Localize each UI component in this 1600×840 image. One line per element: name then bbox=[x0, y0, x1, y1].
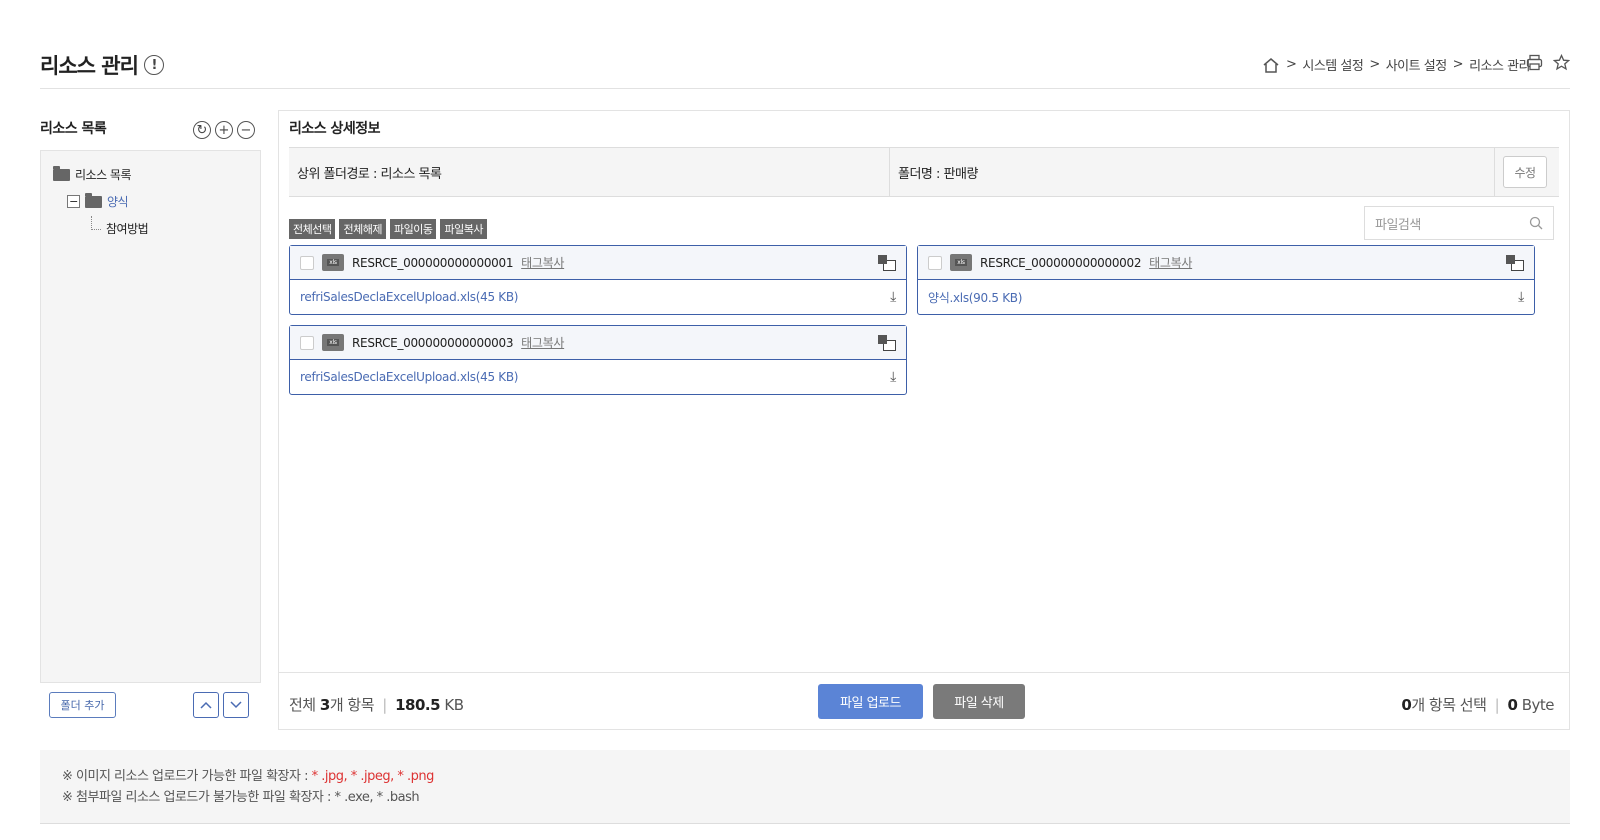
header-divider bbox=[40, 88, 1570, 89]
xls-file-icon: xls bbox=[950, 254, 972, 271]
breadcrumb-item[interactable]: 시스템 설정 bbox=[1302, 55, 1363, 74]
file-link[interactable]: 양식.xls(90.5 KB) bbox=[928, 289, 1022, 306]
file-checkbox[interactable] bbox=[300, 335, 314, 350]
resource-id: RESRCE_000000000000001 bbox=[352, 255, 514, 270]
breadcrumb: > 시스템 설정 > 사이트 설정 > 리소스 관리 bbox=[1262, 55, 1530, 74]
file-actions: 전체선택 전체해제 파일이동 파일복사 bbox=[289, 219, 487, 239]
folder-tree: 리소스 목록 − 양식 참여방법 bbox=[40, 150, 261, 728]
remove-icon[interactable]: − bbox=[237, 121, 255, 139]
tree-node-form[interactable]: − 양식 bbox=[53, 188, 248, 215]
tag-copy-link[interactable]: 태그복사 bbox=[521, 334, 564, 351]
move-down-button[interactable] bbox=[223, 692, 249, 718]
tag-copy-link[interactable]: 태그복사 bbox=[1149, 254, 1192, 271]
breadcrumb-sep: > bbox=[1285, 57, 1297, 72]
folder-name: 폴더명 : 판매량 bbox=[890, 148, 1495, 196]
copy-icon[interactable] bbox=[878, 334, 896, 351]
tree-node-label: 리소스 목록 bbox=[75, 168, 132, 182]
folder-info-row: 상위 폴더경로 : 리소스 목록 폴더명 : 판매량 수정 bbox=[289, 147, 1559, 197]
copy-icon[interactable] bbox=[878, 254, 896, 271]
tree-node-label: 양식 bbox=[107, 195, 129, 209]
breadcrumb-item: 리소스 관리 bbox=[1469, 59, 1530, 74]
resource-id: RESRCE_000000000000002 bbox=[980, 255, 1142, 270]
add-folder-button[interactable]: 폴더 추가 bbox=[49, 692, 116, 718]
chevron-up-icon bbox=[200, 701, 212, 709]
breadcrumb-sep: > bbox=[1452, 57, 1464, 72]
parent-path: 상위 폴더경로 : 리소스 목록 bbox=[289, 148, 890, 196]
selected-count: 0 bbox=[1401, 696, 1412, 714]
total-summary: 전체 3개 항목 | 180.5 KB bbox=[289, 696, 464, 714]
selection-summary: 0개 항목 선택 | 0 Byte bbox=[1401, 696, 1554, 714]
collapse-icon[interactable]: − bbox=[67, 195, 80, 208]
tree-node-root[interactable]: 리소스 목록 bbox=[53, 161, 248, 188]
detail-footer bbox=[278, 672, 1570, 730]
breadcrumb-sep: > bbox=[1369, 57, 1380, 72]
resource-id: RESRCE_000000000000003 bbox=[352, 335, 514, 350]
tree-tools: ↻ + − bbox=[193, 121, 255, 139]
total-count: 3 bbox=[319, 696, 330, 714]
file-card[interactable]: xls RESRCE_000000000000002 태그복사 양식.xls(9… bbox=[917, 245, 1535, 315]
xls-file-icon: xls bbox=[322, 254, 344, 271]
download-icon[interactable]: ⤓ bbox=[890, 289, 896, 305]
tree-node-label: 참여방법 bbox=[106, 222, 149, 236]
download-icon[interactable]: ⤓ bbox=[1518, 289, 1524, 305]
resource-detail-panel bbox=[278, 110, 1570, 730]
edit-button[interactable]: 수정 bbox=[1503, 156, 1547, 188]
resource-list-title: 리소스 목록 bbox=[40, 121, 107, 137]
note-line-images: ※ 이미지 리소스 업로드가 가능한 파일 확장자 : * .jpg, * .j… bbox=[62, 769, 434, 784]
tree-line bbox=[91, 215, 101, 230]
move-file-button[interactable]: 파일이동 bbox=[389, 219, 437, 239]
search-placeholder: 파일검색 bbox=[1375, 217, 1421, 233]
file-checkbox[interactable] bbox=[928, 255, 942, 270]
file-card[interactable]: xls RESRCE_000000000000003 태그복사 refriSal… bbox=[289, 325, 907, 395]
tree-node-participation[interactable]: 참여방법 bbox=[53, 215, 248, 242]
page-title-wrap: 리소스 관리 ! bbox=[40, 50, 164, 80]
search-icon[interactable] bbox=[1529, 216, 1543, 230]
select-all-button[interactable]: 전체선택 bbox=[289, 219, 336, 239]
selected-size: 0 bbox=[1507, 696, 1518, 714]
file-checkbox[interactable] bbox=[300, 255, 314, 270]
upload-notes: ※ 이미지 리소스 업로드가 가능한 파일 확장자 : * .jpg, * .j… bbox=[40, 750, 1570, 824]
folder-open-icon bbox=[53, 165, 70, 181]
upload-file-button[interactable]: 파일 업로드 bbox=[818, 684, 923, 719]
header-tools bbox=[1526, 54, 1570, 71]
add-icon[interactable]: + bbox=[215, 121, 233, 139]
breadcrumb-item[interactable]: 사이트 설정 bbox=[1386, 55, 1447, 74]
page-title: 리소스 관리 bbox=[40, 54, 139, 78]
copy-file-button[interactable]: 파일복사 bbox=[440, 219, 487, 239]
refresh-icon[interactable]: ↻ bbox=[193, 121, 211, 139]
deselect-all-button[interactable]: 전체해제 bbox=[339, 219, 386, 239]
xls-file-icon: xls bbox=[322, 334, 344, 351]
home-icon[interactable] bbox=[1262, 57, 1280, 73]
order-buttons bbox=[193, 692, 249, 718]
download-icon[interactable]: ⤓ bbox=[890, 369, 896, 385]
delete-file-button[interactable]: 파일 삭제 bbox=[933, 684, 1025, 719]
note-line-attachments: ※ 첨부파일 리소스 업로드가 불가능한 파일 확장자 : * .exe, * … bbox=[62, 790, 420, 805]
star-icon[interactable] bbox=[1553, 54, 1570, 71]
total-size: 180.5 bbox=[395, 696, 441, 714]
tag-copy-link[interactable]: 태그복사 bbox=[521, 254, 564, 271]
file-link[interactable]: refriSalesDeclaExcelUpload.xls(45 KB) bbox=[300, 370, 518, 384]
file-link[interactable]: refriSalesDeclaExcelUpload.xls(45 KB) bbox=[300, 290, 518, 304]
file-card[interactable]: xls RESRCE_000000000000001 태그복사 refriSal… bbox=[289, 245, 907, 315]
chevron-down-icon bbox=[230, 701, 242, 709]
print-icon[interactable] bbox=[1526, 54, 1543, 71]
copy-icon[interactable] bbox=[1506, 254, 1524, 271]
info-icon[interactable]: ! bbox=[143, 55, 164, 75]
file-search-input[interactable]: 파일검색 bbox=[1364, 206, 1554, 240]
folder-open-icon bbox=[85, 192, 102, 208]
move-up-button[interactable] bbox=[193, 692, 219, 718]
resource-detail-title: 리소스 상세정보 bbox=[289, 121, 381, 137]
